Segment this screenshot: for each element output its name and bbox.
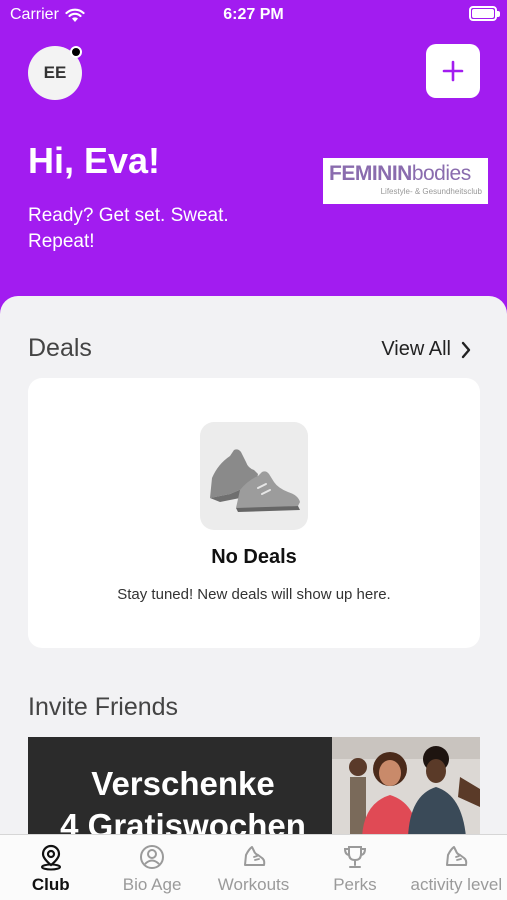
tab-bio-age-label: Bio Age bbox=[122, 875, 182, 894]
tab-activity-level[interactable]: activity level bbox=[406, 835, 507, 900]
tab-bar: Club Bio Age Workouts Perks activity lev… bbox=[0, 834, 507, 900]
avatar[interactable]: EE bbox=[28, 46, 82, 100]
no-deals-text: Stay tuned! New deals will show up here. bbox=[117, 586, 391, 603]
brand-logo: FEMININbodies Lifestyle- & Gesundheitscl… bbox=[323, 158, 488, 204]
plus-icon bbox=[442, 60, 464, 82]
invite-section-title: Invite Friends bbox=[28, 693, 179, 721]
tab-club-label: Club bbox=[31, 875, 70, 894]
tab-club[interactable]: Club bbox=[0, 835, 101, 900]
promo-photo bbox=[332, 737, 480, 837]
tab-workouts[interactable]: Workouts bbox=[203, 835, 304, 900]
tab-perks-label: Perks bbox=[333, 875, 377, 894]
status-bar: Carrier 6:27 PM bbox=[0, 0, 507, 30]
deals-card: No Deals Stay tuned! New deals will show… bbox=[28, 378, 480, 648]
tab-workouts-label: Workouts bbox=[217, 875, 290, 894]
sneaker-icon bbox=[243, 846, 265, 866]
tab-activity-level-label: activity level bbox=[410, 875, 503, 894]
deals-section-title: Deals bbox=[28, 334, 92, 362]
sneakers-icon bbox=[210, 449, 300, 512]
tab-perks[interactable]: Perks bbox=[304, 835, 405, 900]
tab-bio-age[interactable]: Bio Age bbox=[101, 835, 202, 900]
no-deals-title: No Deals bbox=[211, 546, 297, 568]
invite-promo-banner[interactable]: Verschenke 4 Gratiswochen bbox=[28, 737, 480, 837]
brand-logo-tagline: Lifestyle- & Gesundheitsclub bbox=[380, 187, 482, 196]
view-all-link[interactable]: View All bbox=[381, 338, 471, 361]
view-all-label: View All bbox=[381, 338, 451, 360]
battery-icon bbox=[469, 6, 500, 21]
people-photo-image bbox=[332, 737, 480, 837]
promo-line-1: Verschenke bbox=[91, 765, 275, 802]
location-pin-icon bbox=[40, 844, 61, 871]
greeting-subtitle: Ready? Get set. Sweat. Repeat! bbox=[28, 205, 229, 252]
trophy-icon bbox=[343, 846, 366, 868]
chevron-right-icon bbox=[461, 341, 471, 358]
sneaker-icon bbox=[446, 846, 468, 866]
avatar-initials: EE bbox=[43, 63, 67, 82]
brand-logo-wordmark: FEMININbodies bbox=[329, 162, 471, 185]
profile-icon bbox=[140, 845, 165, 869]
notification-dot bbox=[70, 46, 82, 58]
sneakers-illustration bbox=[200, 422, 308, 530]
promo-line-2: 4 Gratiswochen bbox=[60, 807, 306, 837]
greeting-title: Hi, Eva! bbox=[28, 140, 161, 181]
status-time: 6:27 PM bbox=[223, 6, 284, 23]
add-button[interactable] bbox=[426, 44, 480, 98]
